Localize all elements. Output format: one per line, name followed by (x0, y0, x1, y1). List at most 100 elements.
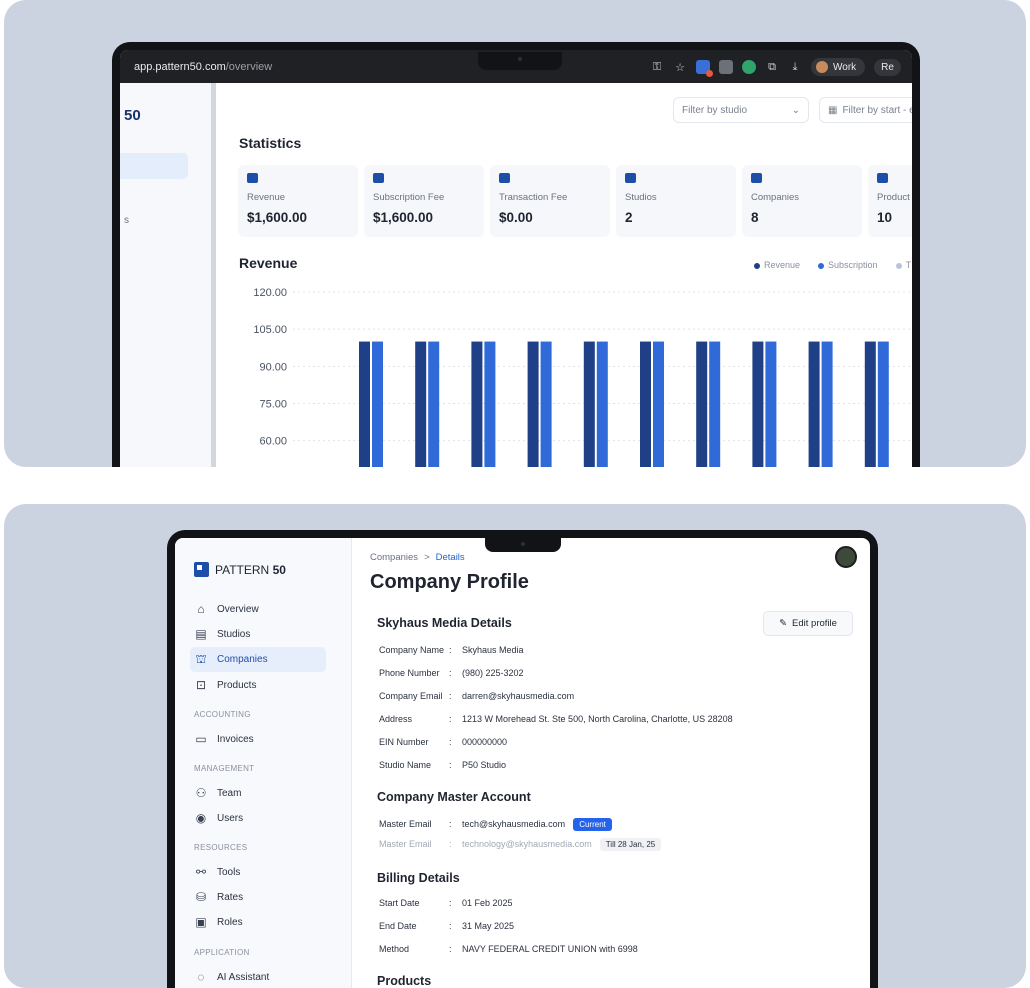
user-icon: ◉ (195, 811, 207, 825)
puzzle-extensions-icon[interactable]: ⧉ (765, 61, 779, 74)
legend-label: Subscription (828, 260, 878, 270)
sidebar-item-rates[interactable]: ⛁ Rates (194, 888, 243, 906)
sidebar-section-accounting: ACCOUNTING (194, 710, 251, 719)
detail-colon: : (449, 714, 452, 724)
legend-item[interactable]: Subscription (818, 260, 878, 270)
sidebar-item-label: Tools (217, 866, 241, 878)
sidebar-item-roles[interactable]: ▣ Roles (194, 913, 243, 931)
current-badge: Current (573, 818, 612, 831)
details-heading: Skyhaus Media Details (377, 616, 512, 630)
password-key-icon[interactable]: ⚿ (650, 61, 664, 74)
stat-cards: Revenue $1,600.00 Subscription Fee $1,600.0… (238, 165, 912, 237)
bar-revenue[interactable] (583, 341, 595, 467)
sidebar-section-management: MANAGEMENT (194, 764, 255, 773)
grammar-extension-icon[interactable] (742, 60, 756, 74)
detail-row: Master Email: tech@skyhausmedia.com Curren… (379, 818, 612, 831)
bar-subscription[interactable] (372, 341, 383, 467)
extension-badge-icon[interactable] (696, 60, 713, 77)
bar-subscription[interactable] (428, 341, 440, 467)
edit-profile-button[interactable]: ✎ Edit profile (763, 611, 853, 636)
bar-subscription[interactable] (765, 341, 777, 467)
statistics-heading: Statistics (239, 135, 302, 151)
detail-key: Company Email (379, 691, 443, 701)
brand-name: PATTERN 50 (215, 562, 286, 577)
extension-icon[interactable] (719, 60, 733, 74)
sidebar-item-invoices[interactable]: ▭ Invoices (194, 730, 253, 748)
product-icon (877, 173, 888, 183)
company-profile-main: Companies > Details Company Profile Skyhau… (353, 538, 870, 988)
products-heading: Products (377, 974, 432, 988)
avatar[interactable] (835, 546, 857, 568)
overview-screen: app.pattern50.com/overview ⚿ ☆ ⧉ ⤓ Work … (120, 50, 912, 467)
bookmark-star-icon[interactable]: ☆ (673, 61, 687, 74)
studio-icon: ▤ (195, 627, 207, 641)
revenue-icon (247, 173, 258, 183)
sidebar-item-products[interactable]: ⊡ Products (194, 676, 257, 694)
logo: 50 (124, 107, 141, 124)
bar-revenue[interactable] (752, 341, 764, 467)
transaction-icon (499, 173, 510, 183)
detail-row: EIN Number:000000000 (379, 737, 507, 747)
breadcrumb-companies[interactable]: Companies (370, 552, 418, 563)
bar-revenue[interactable] (527, 341, 539, 467)
bar-subscription[interactable] (484, 341, 496, 467)
bar-subscription[interactable] (596, 341, 608, 467)
bar-revenue[interactable] (808, 341, 820, 467)
top-showcase-panel: app.pattern50.com/overview ⚿ ☆ ⧉ ⤓ Work … (4, 0, 1026, 467)
bar-revenue[interactable] (415, 341, 427, 467)
detail-row: Method: NAVY FEDERAL CREDIT UNION with 69… (379, 944, 638, 954)
legend-item[interactable]: Revenue (754, 260, 800, 270)
detail-value: 000000000 (462, 737, 508, 747)
stat-card: Transaction Fee $0.00 (490, 165, 610, 237)
stat-value: $0.00 (499, 210, 533, 225)
breadcrumb-details[interactable]: Details (436, 552, 465, 563)
bar-revenue[interactable] (359, 341, 370, 467)
sidebar-item-label[interactable]: s (124, 215, 129, 226)
y-tick-label: 90.00 (259, 361, 287, 373)
sidebar-item-ai-assistant[interactable]: ◌ AI Assistant (194, 968, 269, 986)
sidebar-item-label: Roles (217, 916, 243, 928)
y-tick-label: 75.00 (259, 399, 287, 411)
laptop-frame: app.pattern50.com/overview ⚿ ☆ ⧉ ⤓ Work … (112, 42, 920, 467)
sidebar-item-team[interactable]: ⚇ Team (194, 784, 242, 802)
download-icon[interactable]: ⤓ (788, 61, 802, 74)
detail-colon: : (449, 898, 452, 908)
overview-main: Filter by studio ⌄ ▦ Filter by start - e… (221, 83, 912, 467)
bar-subscription[interactable] (540, 341, 552, 467)
role-icon: ▣ (195, 915, 207, 929)
y-tick-label: 60.00 (259, 436, 287, 448)
detail-key: Start Date (379, 898, 420, 908)
brand-logo[interactable]: PATTERN 50 (194, 562, 286, 577)
studio-filter-select[interactable]: Filter by studio ⌄ (673, 97, 809, 123)
sidebar-section-application: APPLICATION (194, 948, 250, 957)
bar-revenue[interactable] (864, 341, 876, 467)
sidebar-item-active[interactable] (120, 153, 188, 179)
bar-subscription[interactable] (709, 341, 721, 467)
basket-icon: ⊡ (195, 678, 207, 692)
detail-colon: : (449, 760, 452, 770)
sidebar-item-studios[interactable]: ▤ Studios (194, 625, 250, 643)
stat-card: Revenue $1,600.00 (238, 165, 358, 237)
address-bar[interactable]: app.pattern50.com/overview (134, 61, 272, 73)
bar-subscription[interactable] (653, 341, 664, 467)
bar-revenue[interactable] (640, 341, 651, 467)
detail-row: Phone Number: (980) 225-3202 (379, 668, 524, 678)
sidebar-item-companies[interactable]: ⛫ Companies (190, 647, 326, 672)
sidebar-item-tools[interactable]: ⚯ Tools (194, 863, 240, 881)
legend-item[interactable]: T (895, 260, 911, 270)
bar-subscription[interactable] (877, 341, 889, 467)
calendar-icon: ▦ (828, 104, 838, 116)
master-account-heading: Company Master Account (377, 790, 531, 804)
bar-revenue[interactable] (471, 341, 483, 467)
sidebar-item-overview[interactable]: ⌂ Overview (194, 600, 258, 618)
stat-card: Companies 8 (742, 165, 862, 237)
bar-subscription[interactable] (821, 341, 833, 467)
chevron-down-icon: ⌄ (791, 104, 800, 116)
detail-key: Master Email (379, 838, 432, 849)
sidebar-item-users[interactable]: ◉ Users (194, 809, 243, 827)
profile-chip-work[interactable]: Work (811, 58, 866, 76)
bar-revenue[interactable] (696, 341, 708, 467)
date-filter-input[interactable]: ▦ Filter by start - e (819, 97, 912, 123)
detail-colon: : (449, 645, 452, 655)
profile-chip-secondary[interactable]: Re (874, 58, 901, 76)
